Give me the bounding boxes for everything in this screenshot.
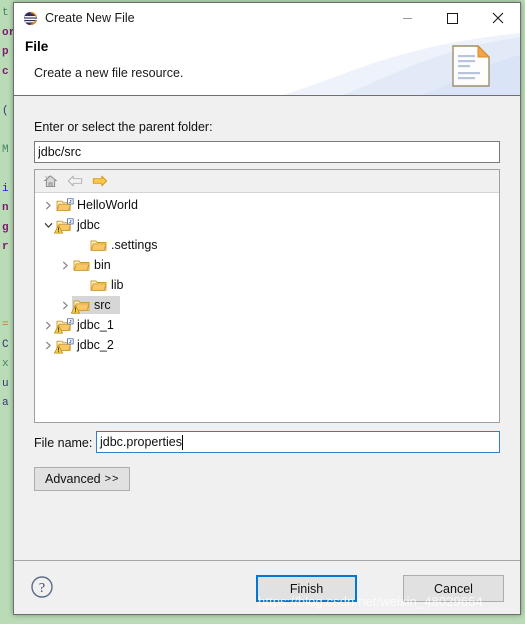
chevron-right-icon[interactable] — [58, 255, 72, 275]
help-icon[interactable]: ? — [30, 575, 54, 599]
tree-item-label: jdbc_2 — [77, 338, 114, 352]
forward-arrow-icon[interactable] — [91, 172, 109, 190]
java-project-icon: J — [55, 197, 74, 213]
parent-folder-label: Enter or select the parent folder: — [34, 120, 213, 134]
tree-item-content: .settings — [89, 236, 167, 254]
java-project-icon: J — [54, 217, 74, 234]
tree-item-content: J HelloWorld — [55, 196, 147, 214]
dialog-body: Enter or select the parent folder: jdbc/… — [14, 96, 520, 560]
chevron-down-icon[interactable] — [41, 215, 55, 235]
dialog-header-banner: File Create a new file resource. — [14, 33, 520, 96]
cancel-button[interactable]: Cancel — [403, 575, 504, 602]
tree-item-content: lib — [89, 276, 133, 294]
file-name-value: jdbc.properties — [100, 435, 182, 449]
back-arrow-icon[interactable] — [66, 172, 84, 190]
tree-item-jdbc_1[interactable]: Jjdbc_1 — [35, 315, 499, 335]
eclipse-icon — [23, 11, 38, 26]
finish-button[interactable]: Finish — [256, 575, 357, 602]
chevron-right-icon[interactable] — [58, 295, 72, 315]
tree-item-content: Jjdbc_1 — [54, 316, 123, 334]
java-project-icon: J — [54, 337, 74, 354]
tree-item-content: bin — [72, 256, 120, 274]
folder-icon — [89, 237, 108, 253]
header-title: File — [25, 39, 49, 54]
folder-tree-list[interactable]: J HelloWorld Jjdbc .settings bin lib src Jjdbc_… — [35, 193, 499, 355]
tree-item-dot-settings[interactable]: .settings — [35, 235, 499, 255]
chevron-right-icon[interactable] — [41, 195, 55, 215]
new-file-banner-icon — [452, 44, 491, 87]
tree-item-src[interactable]: src — [35, 295, 499, 315]
tree-item-label: lib — [111, 278, 124, 292]
chevron-right-icon[interactable] — [41, 315, 55, 335]
maximize-button[interactable] — [430, 3, 475, 33]
tree-item-label: HelloWorld — [77, 198, 138, 212]
file-name-input[interactable]: jdbc.properties — [96, 431, 500, 453]
tree-item-label: jdbc_1 — [77, 318, 114, 332]
svg-text:?: ? — [39, 581, 45, 596]
dialog-title-bar: Create New File — [14, 3, 520, 33]
window-controls — [385, 3, 520, 33]
minimize-button[interactable] — [385, 3, 430, 33]
advanced-button[interactable]: Advanced >> — [34, 467, 131, 491]
dialog-title: Create New File — [45, 11, 135, 25]
home-icon[interactable] — [41, 172, 59, 190]
dialog-footer: ? Finish Cancel — [14, 560, 520, 614]
svg-text:J: J — [68, 339, 71, 344]
folder-icon — [89, 277, 108, 293]
svg-text:J: J — [68, 319, 71, 324]
parent-folder-input[interactable] — [34, 141, 500, 163]
svg-text:J: J — [68, 199, 71, 204]
advanced-chevron-icon: >> — [104, 473, 120, 485]
tree-item-bin[interactable]: bin — [35, 255, 499, 275]
advanced-button-label: Advanced — [45, 472, 101, 486]
tree-item-label: bin — [94, 258, 111, 272]
tree-item-helloworld[interactable]: J HelloWorld — [35, 195, 499, 215]
tree-item-content: src — [71, 296, 120, 314]
tree-item-jdbc[interactable]: Jjdbc — [35, 215, 499, 235]
tree-item-lib[interactable]: lib — [35, 275, 499, 295]
text-caret — [182, 434, 183, 450]
create-new-file-dialog: Create New File File Create a new file r… — [13, 2, 521, 615]
folder-icon — [71, 297, 91, 314]
folder-icon — [72, 257, 91, 273]
tree-item-label: jdbc — [77, 218, 100, 232]
file-name-label: File name: — [34, 436, 93, 450]
tree-item-content: Jjdbc — [54, 216, 109, 234]
title-bar-left: Create New File — [14, 11, 385, 26]
tree-item-label: src — [94, 298, 111, 312]
chevron-right-icon[interactable] — [41, 335, 55, 355]
svg-text:J: J — [68, 219, 71, 224]
tree-toolbar — [35, 170, 499, 193]
tree-item-jdbc_2[interactable]: Jjdbc_2 — [35, 335, 499, 355]
close-button[interactable] — [475, 3, 520, 33]
java-project-icon: J — [54, 317, 74, 334]
folder-tree-panel[interactable]: J HelloWorld Jjdbc .settings bin lib src Jjdbc_… — [34, 169, 500, 423]
header-description: Create a new file resource. — [34, 66, 184, 80]
tree-item-label: .settings — [111, 238, 158, 252]
tree-item-content: Jjdbc_2 — [54, 336, 123, 354]
